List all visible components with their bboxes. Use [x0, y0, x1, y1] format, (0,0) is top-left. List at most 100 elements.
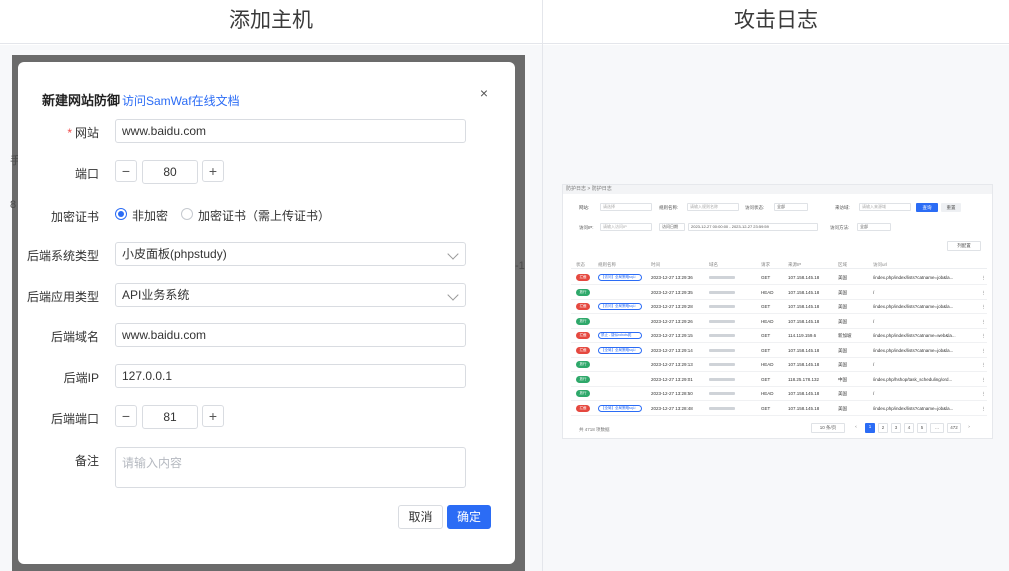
backend-app-select[interactable]: API业务系统 — [115, 283, 466, 307]
cell-method: HEAD — [761, 289, 774, 295]
cell-time: 2023-12-27 13:29:14 — [651, 347, 693, 353]
page-button[interactable]: 2 — [878, 423, 888, 433]
backend-domain-input[interactable]: www.baidu.com — [115, 323, 466, 347]
total-count: 共 4718 项数据 — [579, 427, 610, 432]
backend-app-label: 后端应用类型 — [26, 290, 99, 304]
backend-port-decrement-button[interactable]: − — [115, 405, 137, 427]
table-row[interactable]: 放行 2023-12-27 13:29:01 GET 118.25.178.132 中国… — [571, 373, 987, 387]
table-row[interactable]: 放行 2023-12-27 13:29:13 HEAD 107.158.145.18 美… — [571, 358, 987, 372]
backend-app-value: API业务系统 — [122, 288, 190, 302]
port-label: 端口 — [74, 167, 99, 181]
filter-method-select[interactable]: 全部 — [857, 223, 891, 231]
page-button[interactable]: 3 — [891, 423, 901, 433]
filter-host-input[interactable]: 请输入来源域 — [859, 203, 911, 211]
backend-port-label: 后端端口 — [50, 412, 99, 426]
table-row[interactable]: 放行 2023-12-27 13:29:26 HEAD 107.158.145.18 美… — [571, 315, 987, 329]
backend-sys-select[interactable]: 小皮面板(phpstudy) — [115, 242, 466, 266]
docs-link[interactable]: 访问SamWaf在线文档 — [122, 92, 240, 109]
cell-url: /index.php/index/lists?catname=job&la... — [873, 304, 954, 309]
redacted-domain — [709, 290, 735, 294]
cell-time: 2023-12-27 13:29:01 — [651, 376, 693, 382]
more-icon[interactable]: ⋮ — [981, 275, 986, 281]
filter-status-select[interactable]: 全部 — [774, 203, 808, 211]
cell-region: 美国 — [838, 391, 847, 396]
port-decrement-button[interactable]: − — [115, 160, 137, 182]
more-icon[interactable]: ⋮ — [981, 391, 986, 397]
status-badge: 拦截 — [576, 404, 590, 412]
table-row[interactable]: 放行 2023-12-27 13:29:35 HEAD 107.158.145.18 美… — [571, 286, 987, 300]
chevron-down-icon — [447, 289, 459, 301]
ssl-radio-cert[interactable] — [181, 208, 193, 220]
chevron-right-icon[interactable]: › — [964, 423, 974, 433]
cell-region: 中国 — [838, 376, 847, 382]
ssl-option-none-label[interactable]: 非加密 — [132, 207, 168, 224]
page-button[interactable]: 4 — [904, 423, 914, 433]
table-row[interactable]: 拦截 禁止 - 疑似robots爬 2023-12-27 13:29:15 GET 11… — [571, 329, 987, 343]
more-icon[interactable]: ⋮ — [981, 406, 986, 412]
filter-date-range[interactable]: 2023-12-27 00:00:00 - 2023-12-27 23:59:5… — [688, 223, 818, 231]
chevron-left-icon[interactable]: ‹ — [851, 423, 861, 433]
cell-time: 2023-12-27 13:29:28 — [651, 304, 693, 309]
more-icon[interactable]: ⋮ — [981, 377, 986, 383]
cell-url: /index.php/index/lists?catname=job&la... — [873, 347, 954, 353]
filter-rule-input[interactable]: 请输入规则名称 — [687, 203, 739, 211]
backend-ip-label: 后端IP — [63, 371, 99, 385]
page-button[interactable]: 5 — [917, 423, 927, 433]
redacted-domain — [709, 276, 735, 279]
cell-url: /index.php/index/lists?catname=web&la... — [873, 333, 956, 338]
column-config-button[interactable]: 列配置 — [947, 241, 981, 251]
filter-ip-input[interactable]: 请输入访问IP — [600, 223, 652, 231]
add-host-title: 添加主机 — [229, 9, 313, 32]
table-row[interactable]: 拦截 【访问】全局策略sql-i 2023-12-27 13:29:36 GET 107… — [571, 271, 987, 285]
confirm-button[interactable]: 确定 — [447, 505, 491, 529]
table-row[interactable]: 拦截 【全局】全局策略sql-i 2023-12-27 13:29:14 GET 107… — [571, 344, 987, 358]
cell-time: 2023-12-27 13:29:35 — [651, 289, 693, 295]
port-row: 端口 − 80 + — [18, 160, 515, 186]
cell-url: / — [873, 391, 875, 396]
col-ip: 来源IP — [788, 262, 802, 267]
ssl-radio-none[interactable] — [115, 208, 127, 220]
search-button[interactable]: 查询 — [916, 203, 938, 212]
more-icon[interactable]: ⋮ — [981, 333, 986, 339]
cell-url: / — [873, 289, 875, 295]
page-size-select[interactable]: 10 条/页 — [811, 423, 845, 433]
port-increment-button[interactable]: + — [202, 160, 224, 182]
page-button[interactable]: ... — [930, 423, 944, 433]
cancel-button[interactable]: 取消 — [398, 505, 443, 529]
cell-ip: 107.158.145.18 — [788, 362, 820, 367]
col-status: 状态 — [576, 262, 585, 267]
site-row: * 网站 www.baidu.com — [18, 119, 515, 145]
more-icon[interactable]: ⋮ — [981, 362, 986, 368]
backend-port-increment-button[interactable]: + — [202, 405, 224, 427]
cell-method: GET — [761, 347, 771, 353]
page-button[interactable]: 472 — [947, 423, 961, 433]
ssl-option-cert-label[interactable]: 加密证书（需上传证书） — [198, 207, 330, 224]
remark-textarea[interactable]: 请输入内容 — [115, 447, 466, 488]
more-icon[interactable]: ⋮ — [981, 290, 986, 296]
backend-ip-input[interactable]: 127.0.0.1 — [115, 364, 466, 388]
cell-method: GET — [761, 304, 771, 309]
port-input[interactable]: 80 — [142, 160, 198, 184]
cell-method: HEAD — [761, 391, 774, 396]
remark-label: 备注 — [74, 454, 99, 468]
reset-button[interactable]: 重置 — [941, 203, 961, 212]
cell-ip: 107.158.145.18 — [788, 275, 820, 280]
more-icon[interactable]: ⋮ — [981, 348, 986, 354]
page-button[interactable]: 1 — [865, 423, 875, 433]
more-icon[interactable]: ⋮ — [981, 304, 986, 310]
site-input[interactable]: www.baidu.com — [115, 119, 466, 143]
table-row[interactable]: 拦截 【访问】全局策略sql-i 2023-12-27 13:29:28 GET 107… — [571, 300, 987, 314]
cell-ip: 107.158.145.18 — [788, 304, 820, 309]
close-icon[interactable]: × — [477, 86, 491, 100]
dialog-title: 新建网站防御 — [42, 93, 121, 108]
backend-port-input[interactable]: 81 — [142, 405, 198, 429]
rule-tag: 【全局】全局策略sql-i — [598, 346, 642, 354]
filter-site-select[interactable]: 请选择 — [600, 203, 652, 211]
more-icon[interactable]: ⋮ — [981, 319, 986, 325]
col-time: 时间 — [651, 262, 660, 267]
redacted-domain — [709, 334, 735, 337]
table-row[interactable]: 放行 2023-12-27 13:28:50 HEAD 107.158.145.18 美… — [571, 387, 987, 401]
filter-ip-label: 访问IP: — [579, 225, 594, 230]
cell-ip: 107.158.145.18 — [788, 391, 820, 396]
table-row[interactable]: 拦截 【全局】全局策略sql-i 2023-12-27 13:28:48 GET 107… — [571, 402, 987, 416]
